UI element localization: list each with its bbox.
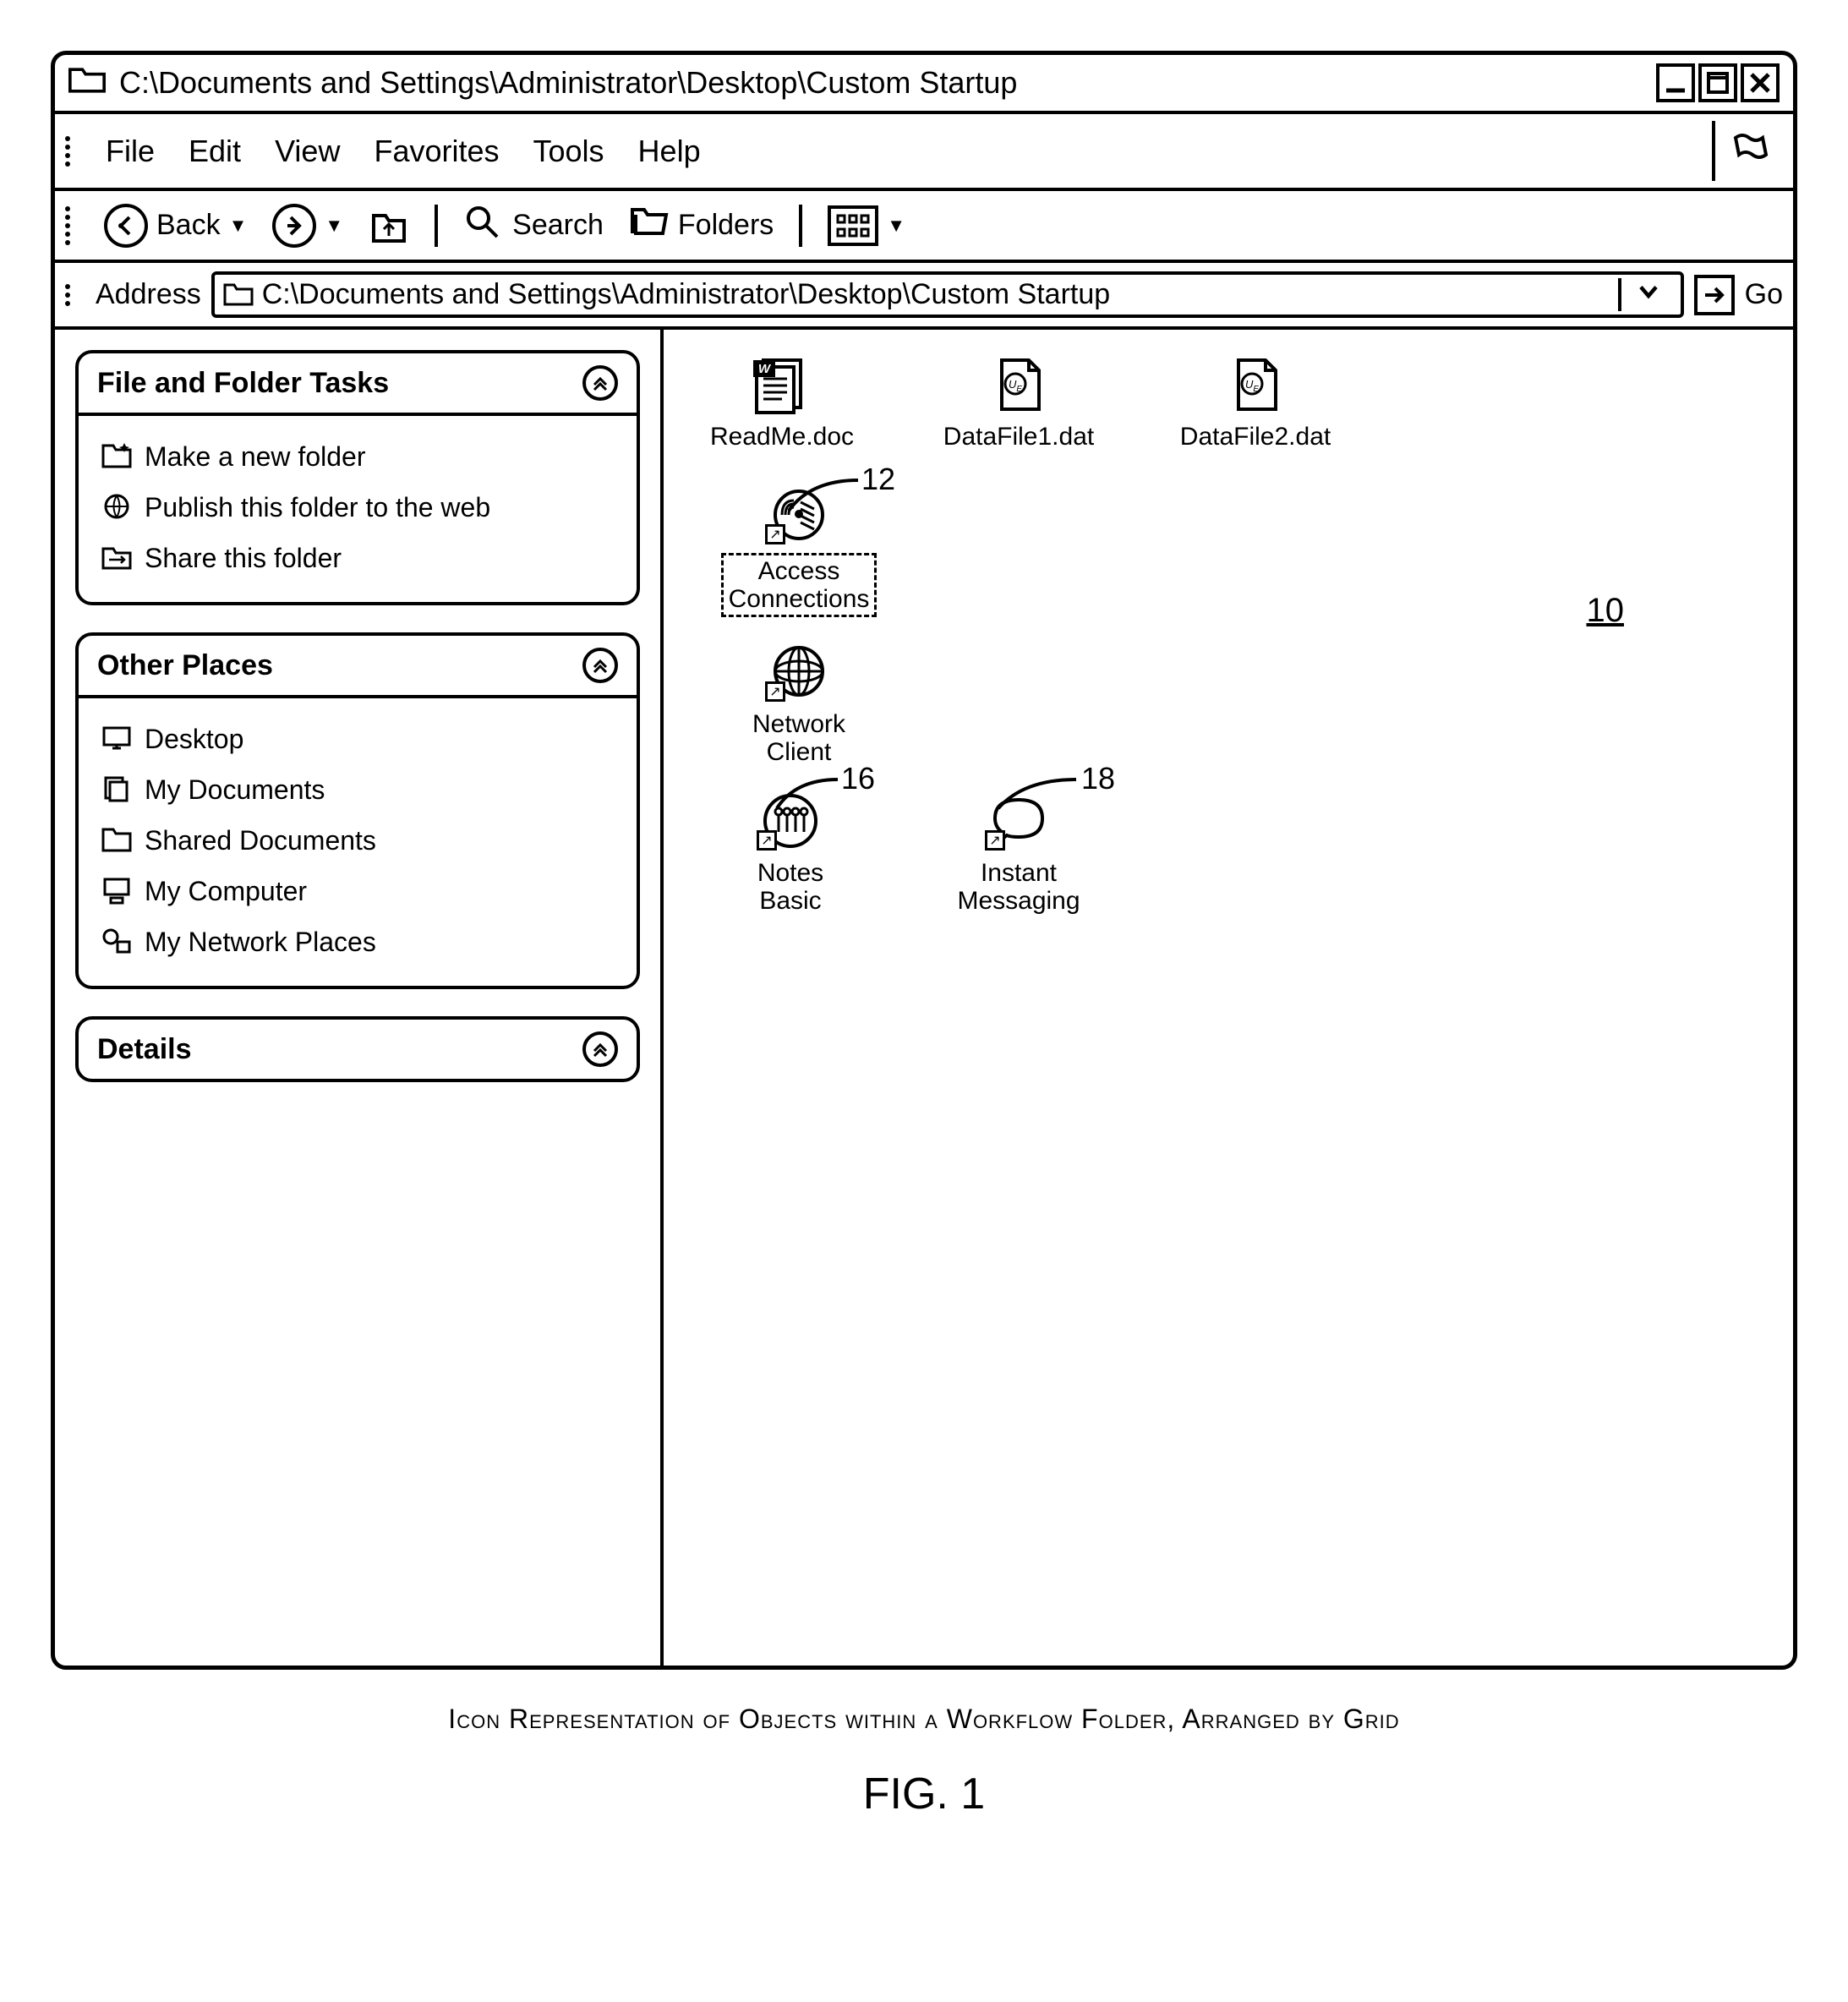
address-value: C:\Documents and Settings\Administrator\… — [262, 278, 1110, 311]
collapse-button[interactable] — [582, 365, 618, 401]
panel-title: Details — [97, 1033, 192, 1066]
place-network-places[interactable]: My Network Places — [96, 916, 620, 967]
collapse-button[interactable] — [582, 1031, 618, 1067]
folders-button[interactable]: Folders — [622, 200, 780, 251]
shortcut-arrow-icon: ↗ — [765, 524, 785, 544]
folder-icon — [68, 66, 106, 101]
reference-18: 18 — [1069, 768, 1103, 803]
windows-logo-icon — [1712, 121, 1783, 181]
shortcut-arrow-icon: ↗ — [985, 830, 1005, 851]
folder-sparkle-icon — [101, 441, 133, 470]
minimize-button[interactable] — [1656, 63, 1695, 102]
menu-favorites[interactable]: Favorites — [360, 130, 512, 172]
close-button[interactable] — [1741, 63, 1780, 102]
go-label[interactable]: Go — [1745, 278, 1783, 311]
collapse-button[interactable] — [582, 648, 618, 683]
toolbar-grip-icon[interactable] — [65, 136, 75, 167]
menu-help[interactable]: Help — [625, 130, 714, 172]
menu-file[interactable]: File — [92, 130, 168, 172]
menu-edit[interactable]: Edit — [175, 130, 254, 172]
address-bar: Address C:\Documents and Settings\Admini… — [55, 263, 1793, 330]
panel-file-tasks: File and Folder Tasks Make a new folder … — [75, 350, 640, 605]
selected-label: Access Connections — [721, 553, 878, 617]
panel-title: Other Places — [97, 649, 273, 682]
sidebar: File and Folder Tasks Make a new folder … — [55, 330, 664, 1666]
address-label: Address — [96, 278, 201, 311]
folder-icon — [101, 825, 133, 854]
file-datafile1[interactable]: UE DataFile1.dat — [934, 355, 1103, 451]
globe-publish-icon — [101, 492, 133, 521]
toolbar-grip-icon[interactable] — [65, 284, 75, 306]
shortcut-arrow-icon: ↗ — [765, 681, 785, 702]
maximize-button[interactable] — [1698, 63, 1737, 102]
place-shared-documents[interactable]: Shared Documents — [96, 815, 620, 866]
view-icons-icon — [836, 212, 870, 239]
shortcut-network-client[interactable]: ↗ Network Client — [714, 643, 883, 766]
share-folder-icon — [101, 543, 133, 572]
panel-other-places: Other Places Desktop My Documents — [75, 632, 640, 989]
toolbar: Back ▼ ▼ Search Folders — [55, 191, 1793, 263]
computer-icon — [101, 876, 133, 905]
network-places-icon — [101, 927, 133, 955]
dat-file-icon: UE — [985, 355, 1052, 414]
address-input[interactable]: C:\Documents and Settings\Administrator\… — [211, 271, 1684, 318]
up-folder-button[interactable] — [362, 204, 416, 248]
titlebar: C:\Documents and Settings\Administrator\… — [55, 55, 1793, 114]
task-share-folder[interactable]: Share this folder — [96, 533, 620, 583]
dat-file-icon: UE — [1222, 355, 1289, 414]
shortcut-arrow-icon: ↗ — [757, 830, 777, 851]
dropdown-icon[interactable]: ▼ — [325, 215, 343, 237]
file-datafile2[interactable]: UE DataFile2.dat — [1171, 355, 1340, 451]
search-icon — [463, 203, 504, 248]
file-readme-doc[interactable]: W ReadMe.doc — [697, 355, 867, 451]
panel-title: File and Folder Tasks — [97, 367, 389, 400]
place-my-computer[interactable]: My Computer — [96, 866, 620, 916]
svg-text:W: W — [758, 362, 772, 376]
desktop-icon — [101, 724, 133, 752]
toolbar-divider — [435, 205, 438, 247]
toolbar-grip-icon[interactable] — [65, 206, 75, 245]
view-mode-button[interactable]: ▼ — [821, 202, 912, 249]
dropdown-icon[interactable]: ▼ — [887, 215, 905, 237]
menu-tools[interactable]: Tools — [520, 130, 618, 172]
explorer-window: C:\Documents and Settings\Administrator\… — [51, 51, 1797, 1670]
documents-icon — [101, 774, 133, 803]
figure-number: FIG. 1 — [51, 1769, 1797, 1819]
menu-view[interactable]: View — [261, 130, 353, 172]
panel-details: Details — [75, 1016, 640, 1082]
reference-10: 10 — [1587, 592, 1625, 630]
back-arrow-icon — [104, 204, 148, 248]
reference-16: 16 — [831, 768, 865, 803]
forward-button[interactable]: ▼ — [265, 200, 350, 251]
address-dropdown-icon[interactable] — [1618, 278, 1672, 311]
forward-arrow-icon — [272, 204, 316, 248]
menubar: File Edit View Favorites Tools Help — [55, 114, 1793, 191]
task-publish-web[interactable]: Publish this folder to the web — [96, 482, 620, 533]
folder-content[interactable]: W ReadMe.doc UE DataFile1.dat — [664, 330, 1793, 1666]
place-desktop[interactable]: Desktop — [96, 714, 620, 764]
go-button-icon[interactable] — [1694, 275, 1735, 315]
figure-caption: Icon Representation of Objects within a … — [51, 1704, 1797, 1735]
place-my-documents[interactable]: My Documents — [96, 764, 620, 815]
window-path: C:\Documents and Settings\Administrator\… — [119, 65, 1643, 101]
word-doc-icon: W — [748, 355, 816, 414]
search-button[interactable]: Search — [457, 200, 610, 251]
globe-network-icon: ↗ — [765, 643, 833, 702]
task-new-folder[interactable]: Make a new folder — [96, 431, 620, 482]
dropdown-icon[interactable]: ▼ — [229, 215, 248, 237]
back-button[interactable]: Back ▼ — [97, 200, 254, 251]
toolbar-divider — [799, 205, 802, 247]
folder-icon — [223, 282, 254, 308]
reference-12: 12 — [850, 468, 883, 504]
folders-icon — [629, 203, 670, 248]
